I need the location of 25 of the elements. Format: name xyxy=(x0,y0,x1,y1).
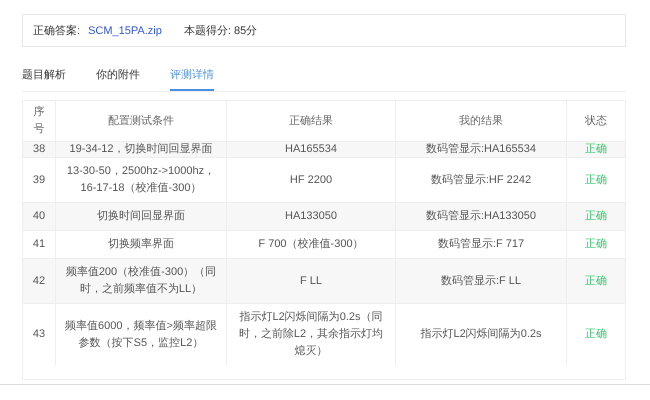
table-cell: 频率值6000，频率值>频率超限参数（按下S5，监控L2） xyxy=(56,304,226,365)
table-cell: HA133050 xyxy=(226,202,396,230)
table-cell: 频率值200（校准值-300）（同时，之前频率值不为LL） xyxy=(56,258,226,304)
table-cell: 指示灯L2闪烁间隔为0.2s（同时，之前除L2，其余指示灯均熄灭） xyxy=(226,304,396,365)
status-text: 正确 xyxy=(566,304,625,365)
table-cell: 数码管显示:F LL xyxy=(396,258,566,304)
table-cell: 数码管显示:HA165534 xyxy=(396,142,566,158)
tab[interactable]: 你的附件 xyxy=(96,63,140,91)
tab[interactable]: 题目解析 xyxy=(22,63,66,91)
table-cell: F LL xyxy=(226,258,396,304)
score-text: 本题得分: 85分 xyxy=(184,24,258,38)
table-cell: 38 xyxy=(23,142,56,158)
table-cell: 40 xyxy=(23,202,56,230)
table-cell: 数码管显示:HA133050 xyxy=(396,202,566,230)
status-text: 正确 xyxy=(566,142,625,158)
file-link[interactable]: SCM_15PA.zip xyxy=(88,24,162,36)
table-cell: 切换时间回显界面 xyxy=(56,202,226,230)
table-cell: 指示灯L2闪烁间隔为0.2s xyxy=(396,304,566,365)
table-cell: 19-34-12，切换时间回显界面 xyxy=(56,142,226,158)
status-text: 正确 xyxy=(566,202,625,230)
answer-label: 正确答案: xyxy=(33,24,80,38)
table-cell: 42 xyxy=(23,258,56,304)
table-cell: HA165534 xyxy=(226,142,396,158)
status-text: 正确 xyxy=(566,258,625,304)
table-cell: 43 xyxy=(23,304,56,365)
